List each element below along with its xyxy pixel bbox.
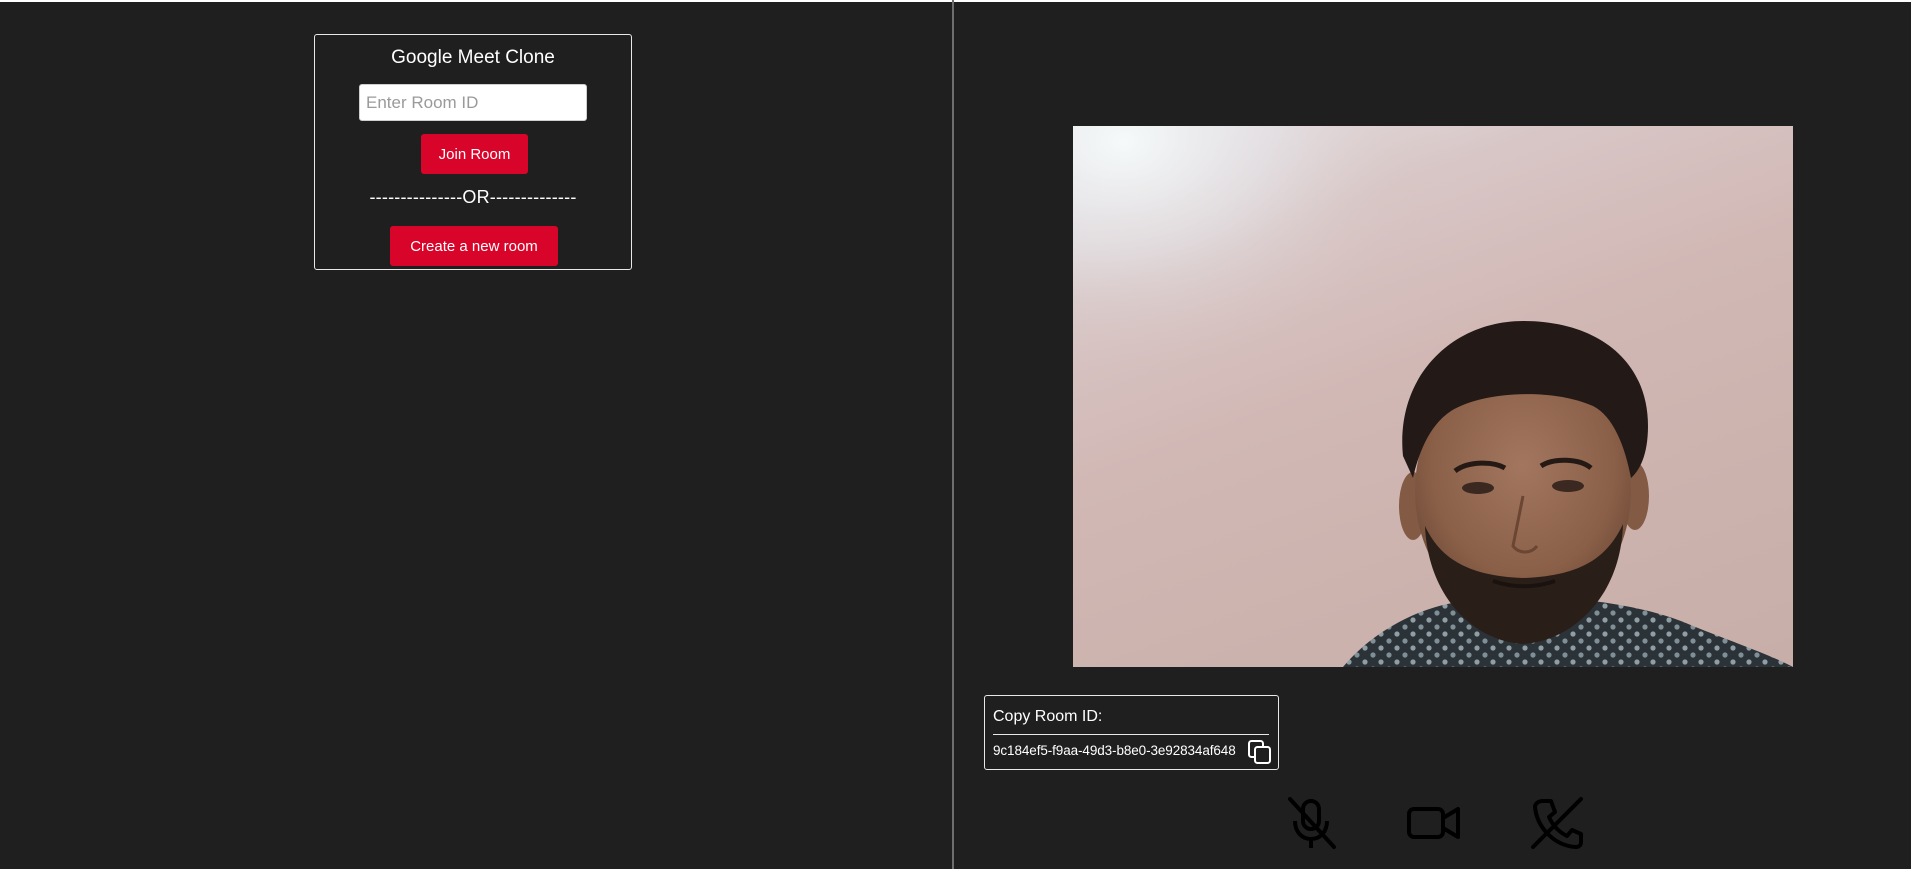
video-camera-icon bbox=[1407, 807, 1460, 839]
mic-toggle-button[interactable] bbox=[1284, 795, 1340, 851]
app-screen: Google Meet Clone Join Room ------------… bbox=[0, 0, 1911, 869]
lobby-card: Google Meet Clone Join Room ------------… bbox=[314, 34, 632, 270]
meeting-pane: Copy Room ID: 9c184ef5-f9aa-49d3-b8e0-3e… bbox=[954, 2, 1911, 869]
copy-panel-divider bbox=[993, 734, 1269, 735]
mic-muted-icon bbox=[1288, 797, 1336, 849]
copy-icon[interactable] bbox=[1247, 739, 1273, 765]
create-room-button[interactable]: Create a new room bbox=[390, 226, 558, 266]
room-id-value: 9c184ef5-f9aa-49d3-b8e0-3e92834af648 bbox=[993, 743, 1236, 758]
phone-end-icon bbox=[1531, 797, 1583, 849]
end-call-button[interactable] bbox=[1529, 795, 1585, 851]
copy-room-id-panel: Copy Room ID: 9c184ef5-f9aa-49d3-b8e0-3e… bbox=[984, 695, 1279, 770]
video-person-image bbox=[1073, 126, 1793, 667]
copy-room-id-label: Copy Room ID: bbox=[993, 708, 1103, 725]
or-divider: ---------------OR-------------- bbox=[369, 187, 577, 207]
lobby-pane: Google Meet Clone Join Room ------------… bbox=[0, 2, 952, 869]
local-video-feed bbox=[1073, 126, 1793, 667]
app-title: Google Meet Clone bbox=[391, 47, 555, 68]
join-room-button[interactable]: Join Room bbox=[421, 134, 528, 174]
room-id-input[interactable] bbox=[359, 84, 587, 121]
camera-toggle-button[interactable] bbox=[1406, 795, 1462, 851]
